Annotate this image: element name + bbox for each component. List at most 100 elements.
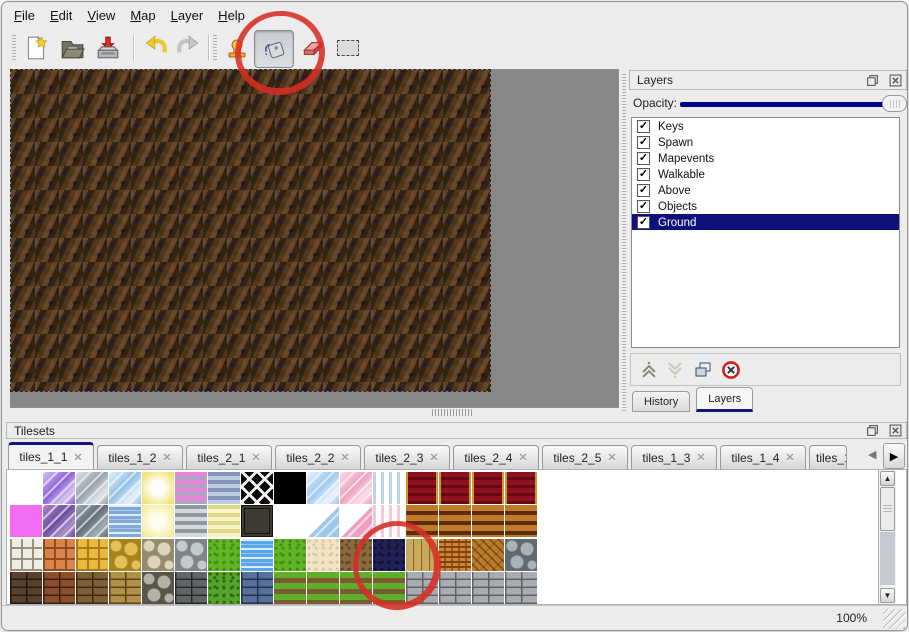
tile-pavement-white[interactable] xyxy=(10,539,42,571)
stamp-tool-button[interactable] xyxy=(222,33,252,63)
tile-flagstone-yellow[interactable] xyxy=(109,539,141,571)
tile-sand-pale[interactable] xyxy=(307,539,339,571)
tileset-tab-tiles_2_5[interactable]: tiles_2_5✕ xyxy=(542,445,628,469)
move-layer-down-button[interactable] xyxy=(663,358,687,382)
tile-carpet-red[interactable] xyxy=(406,472,438,504)
map-filled-tiles[interactable] xyxy=(11,70,490,391)
tab-scroll-right-button[interactable]: ▶ xyxy=(883,443,905,469)
tile-empty[interactable] xyxy=(274,505,306,537)
tile-grass-path-rows[interactable] xyxy=(340,572,372,604)
tile-wall-gray-brick[interactable] xyxy=(472,572,504,604)
layer-visibility-checkbox[interactable]: ✓ xyxy=(637,120,650,133)
layer-row-above[interactable]: ✓Above xyxy=(632,182,899,198)
tab-close-icon[interactable]: ✕ xyxy=(162,451,171,464)
toolbar-drag-handle[interactable] xyxy=(213,35,217,61)
tile-wall-gray-brick[interactable] xyxy=(505,572,537,604)
palette-scrollbar[interactable]: ▲ ▼ xyxy=(878,470,896,604)
tile-wall-blue[interactable] xyxy=(241,572,273,604)
layer-row-keys[interactable]: ✓Keys xyxy=(632,118,899,134)
tile-stripes-pink[interactable] xyxy=(175,472,207,504)
resize-grip[interactable] xyxy=(883,609,905,629)
tile-glass-lightblue[interactable] xyxy=(307,472,339,504)
tile-wood-siding[interactable] xyxy=(439,505,471,537)
tab-close-icon[interactable]: ✕ xyxy=(785,451,794,464)
scrollbar-thumb[interactable] xyxy=(880,487,895,531)
tileset-tab-tiles_2_2[interactable]: tiles_2_2✕ xyxy=(275,445,361,469)
tile-wood-siding[interactable] xyxy=(505,505,537,537)
tile-grass-path-rows[interactable] xyxy=(307,572,339,604)
tab-close-icon[interactable]: ✕ xyxy=(73,451,82,464)
tile-carpet-red[interactable] xyxy=(472,472,504,504)
menu-file[interactable]: File xyxy=(14,8,35,23)
tileset-tab-tiles_2_3[interactable]: tiles_2_3✕ xyxy=(364,445,450,469)
opacity-slider-track[interactable] xyxy=(680,102,890,107)
tile-water-blue[interactable] xyxy=(241,539,273,571)
layers-panel-drag-handle[interactable] xyxy=(622,74,626,412)
move-layer-up-button[interactable] xyxy=(637,358,661,382)
float-panel-icon[interactable] xyxy=(866,74,879,87)
tile-hedge-green[interactable] xyxy=(208,572,240,604)
menu-map[interactable]: Map xyxy=(130,8,155,23)
menu-layer[interactable]: Layer xyxy=(171,8,204,23)
tile-grass[interactable] xyxy=(274,539,306,571)
scroll-up-icon[interactable]: ▲ xyxy=(880,471,895,486)
tile-glass-darkpurple[interactable] xyxy=(43,505,75,537)
tile-glass-purple[interactable] xyxy=(43,472,75,504)
tile-wall-dark-gray[interactable] xyxy=(175,572,207,604)
delete-layer-button[interactable] xyxy=(719,358,743,382)
undo-button[interactable] xyxy=(141,33,171,63)
tile-water-shimmer[interactable] xyxy=(109,505,141,537)
opacity-slider-handle[interactable] xyxy=(882,95,907,112)
tile-pebbles-beige[interactable] xyxy=(142,539,174,571)
scroll-down-icon[interactable]: ▼ xyxy=(880,588,895,603)
tile-carpet-red[interactable] xyxy=(505,472,537,504)
rect-select-tool-button[interactable] xyxy=(333,33,363,63)
toolbar-drag-handle[interactable] xyxy=(12,35,16,61)
tile-wall-gray-pebble[interactable] xyxy=(142,572,174,604)
menu-help[interactable]: Help xyxy=(218,8,245,23)
layer-visibility-checkbox[interactable]: ✓ xyxy=(637,200,650,213)
tile-glass-blue[interactable] xyxy=(109,472,141,504)
tile-grass[interactable] xyxy=(208,539,240,571)
save-file-button[interactable] xyxy=(93,33,123,63)
tile-solid-magenta[interactable] xyxy=(10,505,42,537)
eraser-tool-button[interactable] xyxy=(298,33,328,63)
tileset-tab-tiles_2_1[interactable]: tiles_2_1✕ xyxy=(186,445,272,469)
tile-glass-pink[interactable] xyxy=(340,472,372,504)
layer-row-spawn[interactable]: ✓Spawn xyxy=(632,134,899,150)
tile-curtain-pink[interactable] xyxy=(373,505,405,537)
tile-curtain-blue[interactable] xyxy=(373,472,405,504)
tile-glass-lightblue-corner[interactable] xyxy=(307,505,339,537)
tile-glass-darkgray[interactable] xyxy=(76,505,108,537)
menu-view[interactable]: View xyxy=(87,8,115,23)
layer-row-mapevents[interactable]: ✓Mapevents xyxy=(632,150,899,166)
open-file-button[interactable] xyxy=(57,33,87,63)
tile-navy-circled[interactable] xyxy=(373,539,405,571)
tab-scroll-left-icon[interactable]: ◀ xyxy=(868,448,876,461)
tile-tiles-gold[interactable] xyxy=(76,539,108,571)
tab-close-icon[interactable]: ✕ xyxy=(251,451,260,464)
tile-dirt-path[interactable] xyxy=(340,539,372,571)
tab-close-icon[interactable]: ✕ xyxy=(696,451,705,464)
tile-solid-black[interactable] xyxy=(274,472,306,504)
close-panel-icon[interactable] xyxy=(889,74,902,87)
fill-tool-button[interactable] xyxy=(254,30,294,68)
close-panel-icon[interactable] xyxy=(889,424,902,437)
new-file-button[interactable] xyxy=(21,33,51,63)
tile-tiles-orange[interactable] xyxy=(43,539,75,571)
tile-glow-pale-yellow[interactable] xyxy=(142,505,174,537)
tile-wall-tan[interactable] xyxy=(76,572,108,604)
menu-edit[interactable]: Edit xyxy=(50,8,72,23)
tile-glass-gray[interactable] xyxy=(76,472,108,504)
tab-close-icon[interactable]: ✕ xyxy=(429,451,438,464)
tile-glow-yellow[interactable] xyxy=(142,472,174,504)
tile-stripes-gray[interactable] xyxy=(175,505,207,537)
tile-herringbone-wood[interactable] xyxy=(472,539,504,571)
tile-wood-siding[interactable] xyxy=(406,505,438,537)
dock-tab-layers[interactable]: Layers xyxy=(696,387,753,412)
tile-stripes-blue[interactable] xyxy=(208,472,240,504)
scrollbar-track[interactable] xyxy=(880,532,895,585)
map-canvas-area[interactable] xyxy=(10,69,619,408)
tileset-tab-tiles_1_1[interactable]: tiles_1_1✕ xyxy=(8,442,94,469)
redo-button[interactable] xyxy=(173,33,203,63)
